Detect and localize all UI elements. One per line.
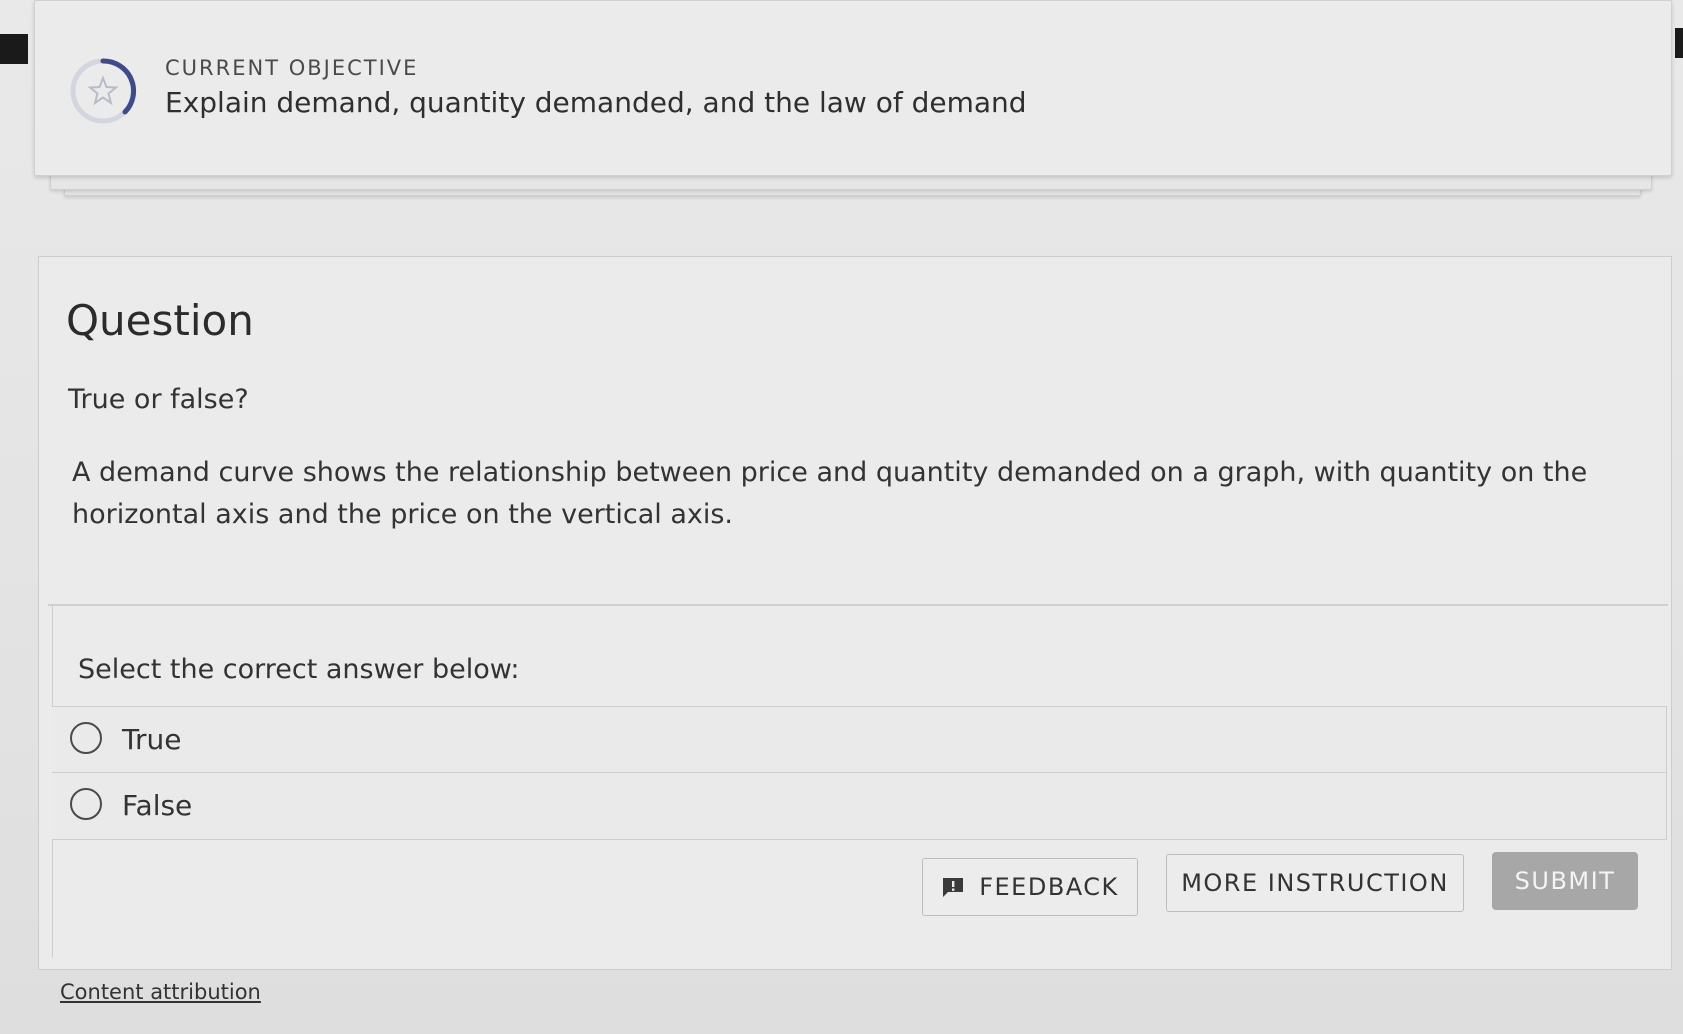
content-attribution-link[interactable]: Content attribution [60,980,261,1004]
answer-option-label: True [122,723,182,756]
more-instruction-button-label: MORE INSTRUCTION [1181,869,1449,897]
question-statement: A demand curve shows the relationship be… [72,457,1588,530]
answer-option-false[interactable]: False [52,772,1667,840]
feedback-icon [943,878,964,897]
radio-button[interactable] [70,788,102,820]
radio-button[interactable] [70,722,102,754]
feedback-button[interactable]: FEEDBACK [922,858,1138,916]
submit-button-label: SUBMIT [1514,867,1616,895]
question-prompt: True or false? [68,384,249,415]
more-instruction-button[interactable]: MORE INSTRUCTION [1166,854,1464,912]
objective-progress-ring [70,58,137,124]
objective-label: CURRENT OBJECTIVE [165,56,419,80]
submit-button[interactable]: SUBMIT [1492,852,1638,910]
feedback-button-label: FEEDBACK [979,873,1119,901]
right-edge-tab [1675,28,1683,58]
question-heading: Question [66,296,254,345]
page: CURRENT OBJECTIVE Explain demand, quanti… [0,0,1683,1034]
answer-option-label: False [122,789,193,822]
star-icon [87,75,119,106]
left-edge-tab [0,34,28,64]
answer-instruction: Select the correct answer below: [78,654,520,685]
objective-title: Explain demand, quantity demanded, and t… [165,86,1027,119]
answer-option-true[interactable]: True [52,706,1667,773]
